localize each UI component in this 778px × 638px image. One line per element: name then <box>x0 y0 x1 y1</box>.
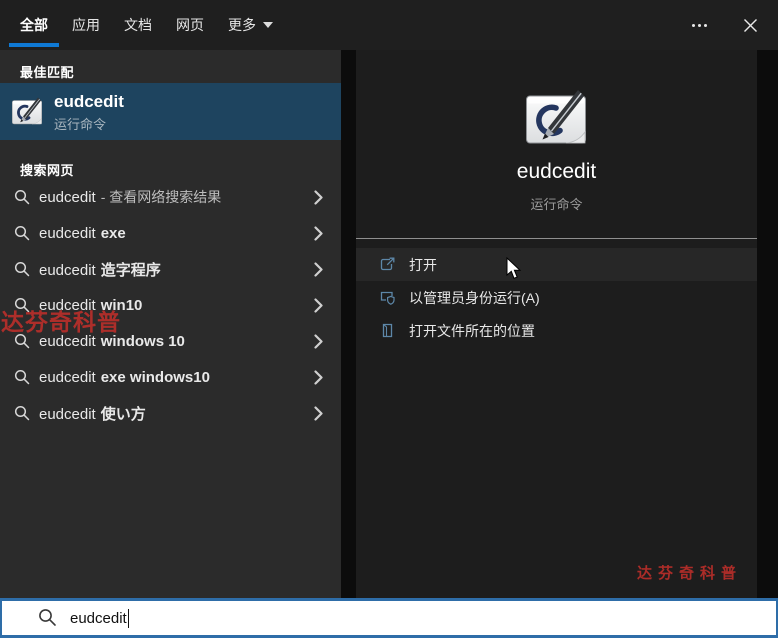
search-flyout: 全部 应用 文档 网页 更多 最佳匹配 eudcedit 运行命令 搜索网页 e… <box>0 0 778 638</box>
search-icon <box>14 261 30 277</box>
action-open-file-location-label: 打开文件所在的位置 <box>409 322 535 339</box>
tab-list: 全部 应用 文档 网页 更多 <box>0 0 273 50</box>
action-open-file-location[interactable]: 打开文件所在的位置 <box>356 314 757 347</box>
action-list: 打开 以管理员身份运行(A) 打开文件所在的位置 <box>356 248 757 347</box>
ellipsis-icon <box>691 23 695 27</box>
tab-more[interactable]: 更多 <box>228 0 273 50</box>
action-open-label: 打开 <box>409 256 437 273</box>
mouse-cursor <box>506 257 522 279</box>
divider <box>356 238 757 239</box>
close-icon <box>743 18 757 32</box>
chevron-right-icon <box>314 262 323 277</box>
web-search-header: 搜索网页 <box>20 163 75 178</box>
action-run-as-admin-label: 以管理员身份运行(A) <box>409 289 540 306</box>
chevron-down-icon <box>263 22 273 28</box>
search-input-value: eudcedit <box>70 609 127 627</box>
private-character-editor-icon <box>11 95 43 125</box>
web-search-suggestions: eudcedit - 查看网络搜索结果 eudcedit exe eudcedit 造… <box>0 179 341 431</box>
web-suggestion-row[interactable]: eudcedit 造字程序 <box>0 251 341 287</box>
search-input[interactable]: eudcedit <box>0 598 778 638</box>
chevron-right-icon <box>314 334 323 349</box>
file-location-icon <box>379 322 396 339</box>
action-open[interactable]: 打开 <box>356 248 757 281</box>
tab-all-label: 全部 <box>20 17 48 33</box>
search-icon <box>14 369 30 385</box>
chevron-right-icon <box>314 190 323 205</box>
best-match-name: eudcedit <box>54 91 124 111</box>
tab-documents[interactable]: 文档 <box>124 0 152 50</box>
chevron-right-icon <box>314 226 323 241</box>
tab-web[interactable]: 网页 <box>176 0 204 50</box>
private-character-editor-icon <box>524 87 588 151</box>
web-suggestion-row[interactable]: eudcedit exe <box>0 215 341 251</box>
web-suggestion-row[interactable]: eudcedit windows 10 <box>0 323 341 359</box>
tab-all[interactable]: 全部 <box>9 0 59 50</box>
search-icon <box>14 297 30 313</box>
chevron-right-icon <box>314 406 323 421</box>
more-options-button[interactable] <box>676 0 722 50</box>
search-filter-tabbar: 全部 应用 文档 网页 更多 <box>0 0 778 50</box>
admin-shield-icon <box>379 289 396 306</box>
preview-app-name: eudcedit <box>516 160 597 183</box>
close-button[interactable] <box>722 0 778 50</box>
search-icon <box>14 225 30 241</box>
chevron-right-icon <box>314 370 323 385</box>
text-caret <box>127 608 130 628</box>
tab-apps[interactable]: 应用 <box>72 0 100 50</box>
web-suggestion-row[interactable]: eudcedit - 查看网络搜索结果 <box>0 179 341 215</box>
tab-documents-label: 文档 <box>124 17 152 33</box>
web-suggestion-row[interactable]: eudcedit 使い方 <box>0 395 341 431</box>
preview-app-type: 运行命令 <box>530 197 583 212</box>
open-icon <box>379 256 396 273</box>
best-match-type: 运行命令 <box>54 116 107 132</box>
tab-apps-label: 应用 <box>72 17 100 33</box>
chevron-right-icon <box>314 298 323 313</box>
tab-more-label: 更多 <box>228 17 256 33</box>
search-icon <box>39 609 56 626</box>
best-match-result-eudcedit[interactable]: eudcedit 运行命令 <box>0 83 341 140</box>
best-match-header: 最佳匹配 <box>20 65 75 80</box>
web-suggestion-row[interactable]: eudcedit win10 <box>0 287 341 323</box>
search-icon <box>14 333 30 349</box>
tab-web-label: 网页 <box>176 17 204 33</box>
results-panel: 最佳匹配 eudcedit 运行命令 搜索网页 eudcedit - 查看网络搜索… <box>0 50 341 598</box>
web-suggestion-row[interactable]: eudcedit exe windows10 <box>0 359 341 395</box>
preview-panel: eudcedit 运行命令 打开 以管理员身份运行(A) 打开文件所在的位置 <box>356 50 757 598</box>
action-run-as-admin[interactable]: 以管理员身份运行(A) <box>356 281 757 314</box>
search-icon <box>14 189 30 205</box>
search-icon <box>14 405 30 421</box>
